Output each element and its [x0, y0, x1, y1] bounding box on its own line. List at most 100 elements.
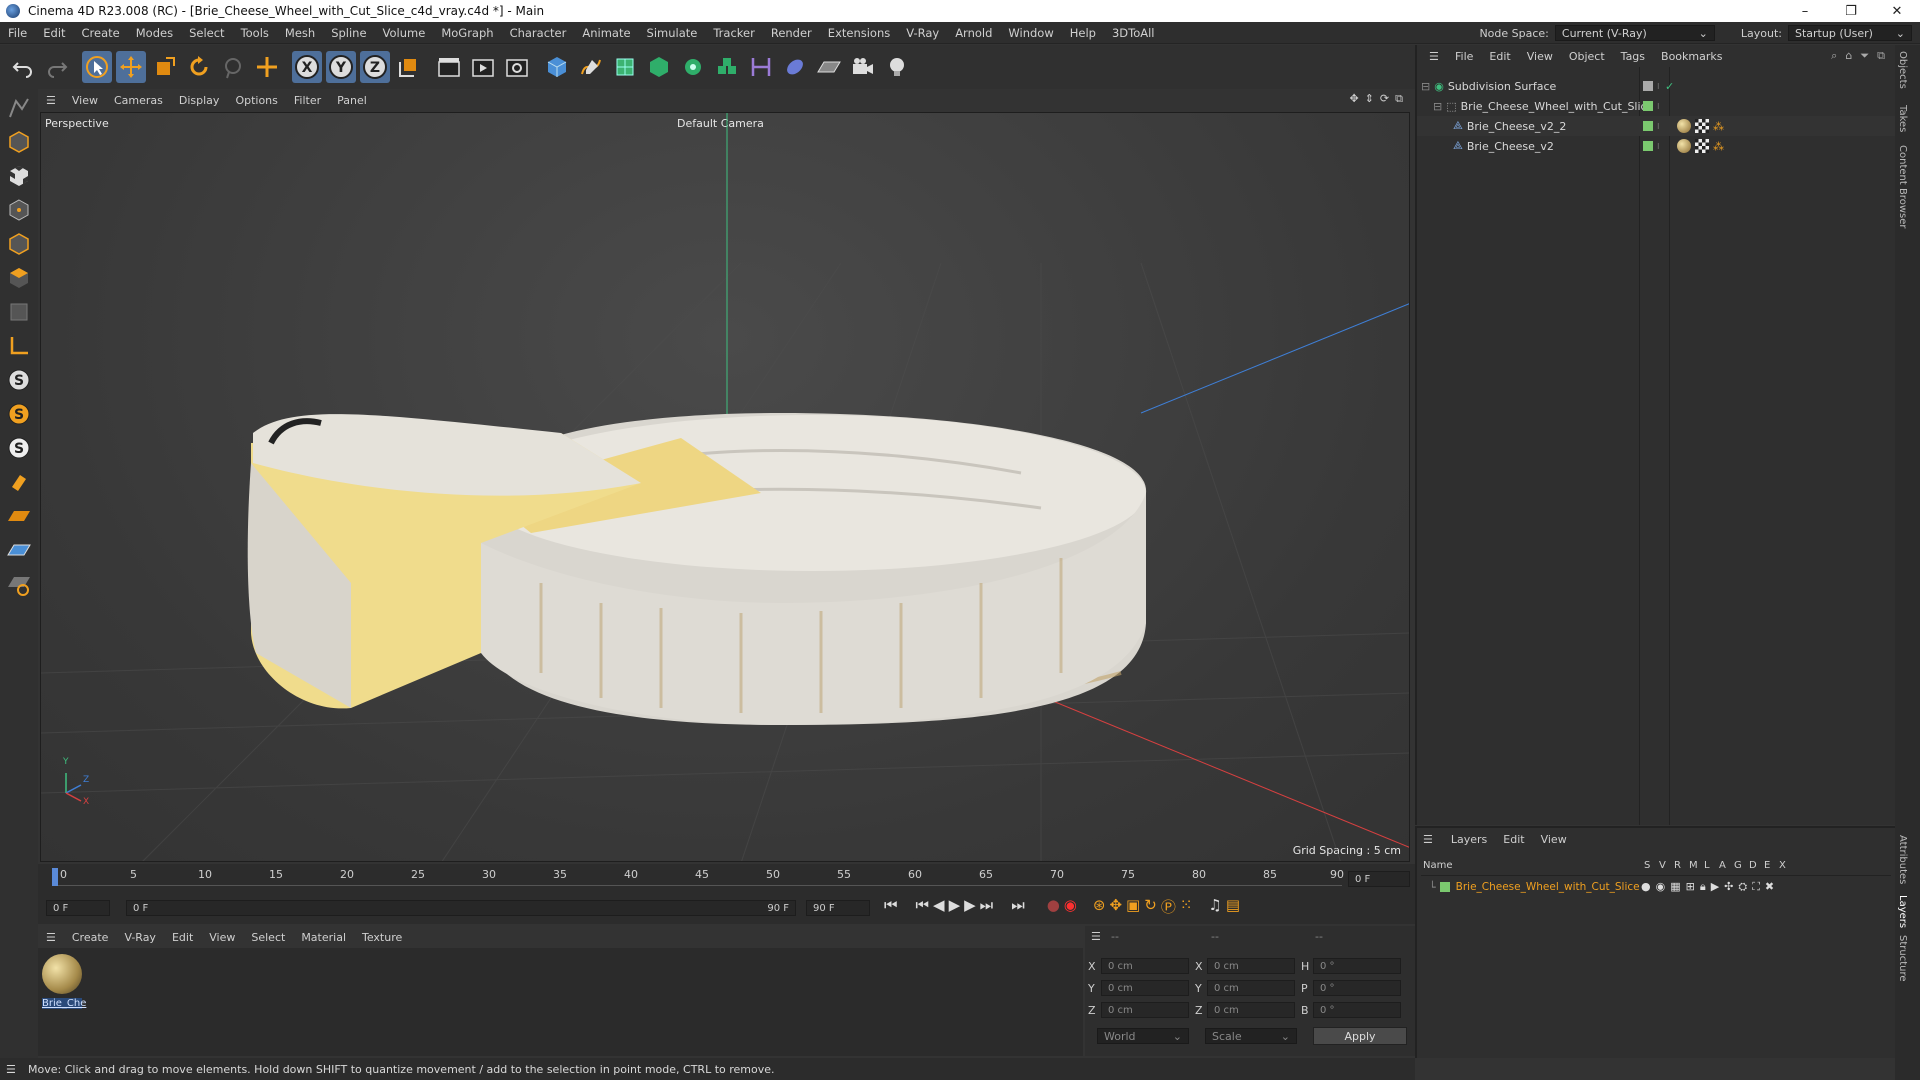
hamburger-menu-icon[interactable]: ☰	[1421, 50, 1447, 63]
model-mode-button[interactable]	[4, 127, 34, 157]
hamburger-menu-icon[interactable]: ☰	[6, 1063, 16, 1076]
lock-workplane-button[interactable]	[4, 501, 34, 531]
motion-system-icon[interactable]: ♫	[1208, 896, 1221, 917]
go-to-start-icon[interactable]: ⏮	[884, 896, 898, 917]
filter-icon[interactable]: ⏷	[1860, 49, 1869, 63]
coordinate-space-dropdown[interactable]: World ⌄	[1097, 1028, 1189, 1044]
subdivision-surface-button[interactable]	[610, 51, 640, 83]
menu-window[interactable]: Window	[1000, 26, 1061, 40]
viewport-menu-filter[interactable]: Filter	[286, 94, 329, 107]
add-object-button[interactable]	[252, 51, 282, 83]
material-item[interactable]: Brie_Che	[42, 954, 86, 1014]
tab-structure[interactable]: Structure	[1897, 935, 1908, 982]
grid-button[interactable]	[4, 535, 34, 565]
mograph-cloner-button[interactable]	[678, 51, 708, 83]
material-menu-create[interactable]: Create	[64, 931, 117, 944]
soft-selection-button[interactable]: S	[4, 399, 34, 429]
key-point-level-icon[interactable]: ⁙	[1180, 896, 1193, 917]
rotate-tool-button[interactable]	[184, 51, 214, 83]
scale-tool-button[interactable]	[150, 51, 180, 83]
render-settings-button[interactable]	[502, 51, 532, 83]
layer-color-swatch[interactable]	[1439, 882, 1450, 892]
material-menu-edit[interactable]: Edit	[164, 931, 201, 944]
menu-3dtoall[interactable]: 3DToAll	[1104, 26, 1163, 40]
go-to-end-icon[interactable]: ⏭	[1011, 896, 1025, 917]
minimize-button[interactable]: –	[1782, 0, 1828, 22]
snap-button[interactable]: S	[4, 365, 34, 395]
menu-arnold[interactable]: Arnold	[947, 26, 1000, 40]
viewport-menu-options[interactable]: Options	[227, 94, 285, 107]
menu-mograph[interactable]: MoGraph	[433, 26, 501, 40]
menu-simulate[interactable]: Simulate	[639, 26, 706, 40]
viewport-dolly-icon[interactable]: ⇕	[1365, 92, 1374, 106]
layout-dropdown[interactable]: Startup (User) ⌄	[1788, 25, 1912, 41]
menu-create[interactable]: Create	[74, 26, 128, 40]
array-button[interactable]	[712, 51, 742, 83]
edges-mode-button[interactable]	[4, 229, 34, 259]
home-icon[interactable]: ⌂	[1845, 49, 1852, 63]
object-row-brie-cheese-v2[interactable]: ⟁ Brie_Cheese_v2 ⁝ ⁂	[1417, 136, 1895, 156]
viewport-maximize-icon[interactable]: ⧉	[1395, 92, 1403, 106]
frame-range-slider[interactable]: 0 F 90 F	[126, 900, 796, 916]
hamburger-menu-icon[interactable]: ☰	[38, 931, 64, 944]
deformers-toggle-icon[interactable]: ⛭	[1738, 880, 1747, 894]
layer-color-swatch[interactable]	[1643, 101, 1653, 111]
perspective-viewport[interactable]: Perspective Default Camera Grid Spacing …	[40, 112, 1410, 862]
undo-button[interactable]	[8, 51, 38, 83]
redo-button[interactable]	[42, 51, 72, 83]
make-editable-button[interactable]	[4, 93, 34, 123]
rotation-h-field[interactable]: 0 °	[1313, 958, 1401, 974]
material-menu-texture[interactable]: Texture	[354, 931, 410, 944]
start-frame-field[interactable]: 0 F	[46, 900, 110, 916]
material-tag-icon[interactable]	[1677, 139, 1691, 153]
play-forward-icon[interactable]: ▶	[949, 896, 961, 917]
floor-button[interactable]	[814, 51, 844, 83]
key-parameter-icon[interactable]: Ⓟ	[1161, 896, 1176, 917]
maximize-button[interactable]: ❐	[1828, 0, 1874, 22]
enabled-check-icon[interactable]: ✓	[1665, 80, 1674, 93]
position-x-field[interactable]: 0 cm	[1101, 958, 1189, 974]
size-y-field[interactable]: 0 cm	[1207, 980, 1295, 996]
tab-attributes[interactable]: Attributes	[1897, 835, 1908, 884]
menu-select[interactable]: Select	[181, 26, 232, 40]
object-menu-bookmarks[interactable]: Bookmarks	[1653, 50, 1730, 63]
collapse-icon[interactable]: ⊟	[1433, 100, 1442, 113]
menu-vray[interactable]: V-Ray	[898, 26, 947, 40]
end-frame-field[interactable]: 90 F	[806, 900, 870, 916]
render-view-button[interactable]	[434, 51, 464, 83]
layer-color-swatch[interactable]	[1643, 81, 1653, 91]
tab-objects[interactable]: Objects	[1897, 51, 1908, 89]
autokey-icon[interactable]: ◉	[1064, 896, 1077, 917]
lock-icon[interactable]: 🔒︎	[1700, 880, 1706, 894]
coordinate-system-button[interactable]	[394, 51, 424, 83]
viewport-menu-panel[interactable]: Panel	[329, 94, 375, 107]
menu-mesh[interactable]: Mesh	[277, 26, 323, 40]
menu-tools[interactable]: Tools	[233, 26, 277, 40]
tab-content-browser[interactable]: Content Browser	[1897, 145, 1908, 228]
keyframe-selection-icon[interactable]: ⊛	[1093, 896, 1106, 917]
menu-volume[interactable]: Volume	[375, 26, 434, 40]
node-space-dropdown[interactable]: Current (V-Ray) ⌄	[1554, 25, 1715, 41]
x-axis-button[interactable]: X	[292, 51, 322, 83]
tab-layers[interactable]: Layers	[1897, 895, 1908, 928]
move-tool-button[interactable]	[116, 51, 146, 83]
object-menu-object[interactable]: Object	[1561, 50, 1613, 63]
render-to-picture-viewer-button[interactable]	[468, 51, 498, 83]
polygons-mode-button[interactable]	[4, 263, 34, 293]
visibility-dots-icon[interactable]: ⁝	[1657, 142, 1660, 151]
object-row-cheese-wheel[interactable]: ⊟ ⬚ Brie_Cheese_Wheel_with_Cut_Slice ⁝	[1417, 96, 1895, 116]
apply-button[interactable]: Apply	[1313, 1027, 1407, 1045]
visibility-dots-icon[interactable]: ⁝	[1657, 122, 1660, 131]
layer-color-swatch[interactable]	[1643, 141, 1653, 151]
viewport-orbit-icon[interactable]: ⟳	[1380, 92, 1389, 106]
hamburger-menu-icon[interactable]: ☰	[1091, 930, 1101, 943]
layers-menu-layers[interactable]: Layers	[1443, 833, 1495, 846]
camera-button[interactable]	[848, 51, 878, 83]
current-frame-field[interactable]: 0 F	[1348, 871, 1410, 887]
menu-character[interactable]: Character	[502, 26, 575, 40]
recent-tool-button[interactable]	[218, 51, 248, 83]
object-menu-file[interactable]: File	[1447, 50, 1481, 63]
extrude-button[interactable]	[644, 51, 674, 83]
z-axis-button[interactable]: Z	[360, 51, 390, 83]
manager-toggle-icon[interactable]: ⊞	[1686, 880, 1695, 894]
